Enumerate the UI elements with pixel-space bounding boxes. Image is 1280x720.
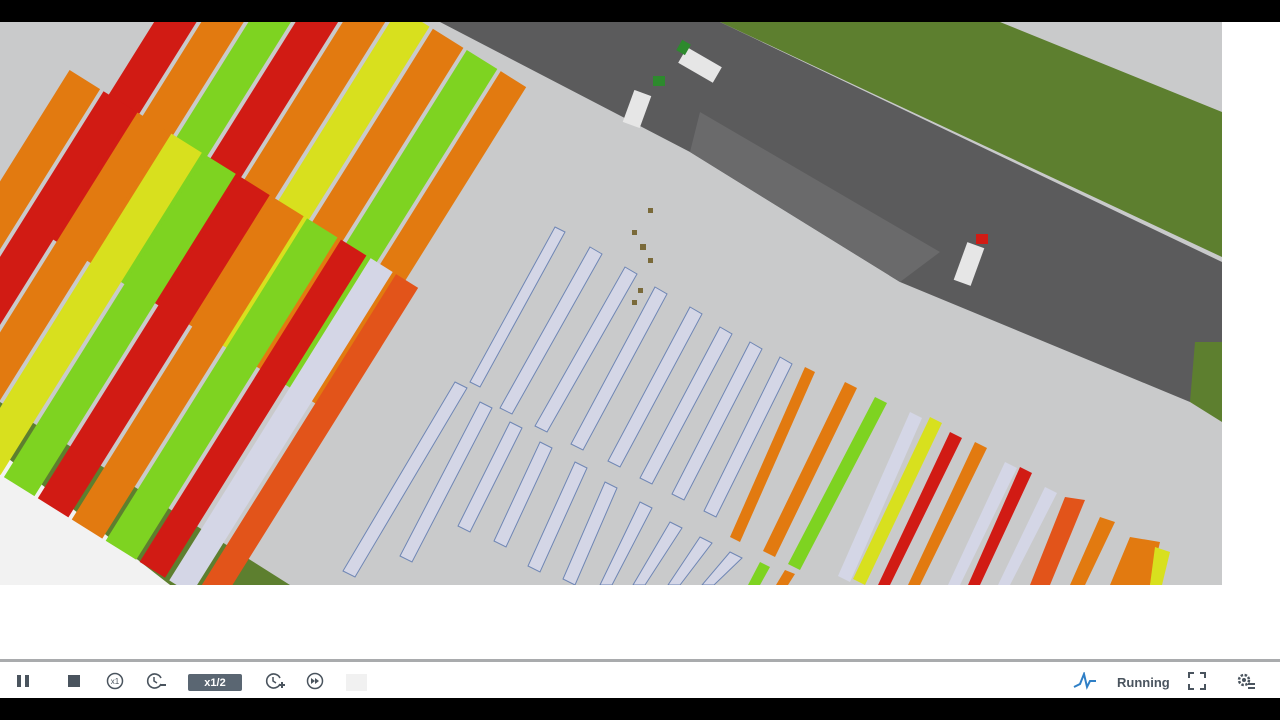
settings-button[interactable] bbox=[1236, 671, 1256, 691]
speed-indicator[interactable]: x1/2 bbox=[188, 674, 242, 691]
slow-down-icon bbox=[146, 673, 166, 689]
pause-icon bbox=[17, 675, 29, 687]
window-top-bar bbox=[0, 0, 1280, 22]
slow-down-button[interactable] bbox=[146, 671, 166, 691]
run-x1-icon: x1 bbox=[106, 672, 124, 690]
simulation-content bbox=[0, 22, 1280, 659]
fullscreen-button[interactable] bbox=[1187, 671, 1207, 691]
disabled-button[interactable] bbox=[346, 674, 367, 691]
window-bottom-bar bbox=[0, 698, 1280, 720]
svg-text:x1: x1 bbox=[111, 677, 120, 686]
fullscreen-icon bbox=[1188, 672, 1206, 690]
chart-button[interactable] bbox=[1073, 671, 1097, 691]
simulation-toolbar: x1 x1/2 Running bbox=[0, 662, 1280, 698]
speed-up-icon bbox=[265, 673, 285, 689]
settings-icon bbox=[1237, 673, 1255, 689]
stop-icon bbox=[68, 675, 80, 687]
fast-forward-icon bbox=[306, 672, 324, 690]
3d-warehouse-view[interactable] bbox=[0, 22, 1222, 585]
warehouse-scene bbox=[0, 22, 1222, 585]
fast-forward-button[interactable] bbox=[305, 671, 325, 691]
chart-icon bbox=[1073, 672, 1096, 690]
stop-button[interactable] bbox=[64, 671, 84, 691]
speed-up-button[interactable] bbox=[265, 671, 285, 691]
run-x1-button[interactable]: x1 bbox=[105, 671, 125, 691]
pause-button[interactable] bbox=[13, 671, 33, 691]
simulation-status: Running bbox=[1117, 675, 1170, 690]
